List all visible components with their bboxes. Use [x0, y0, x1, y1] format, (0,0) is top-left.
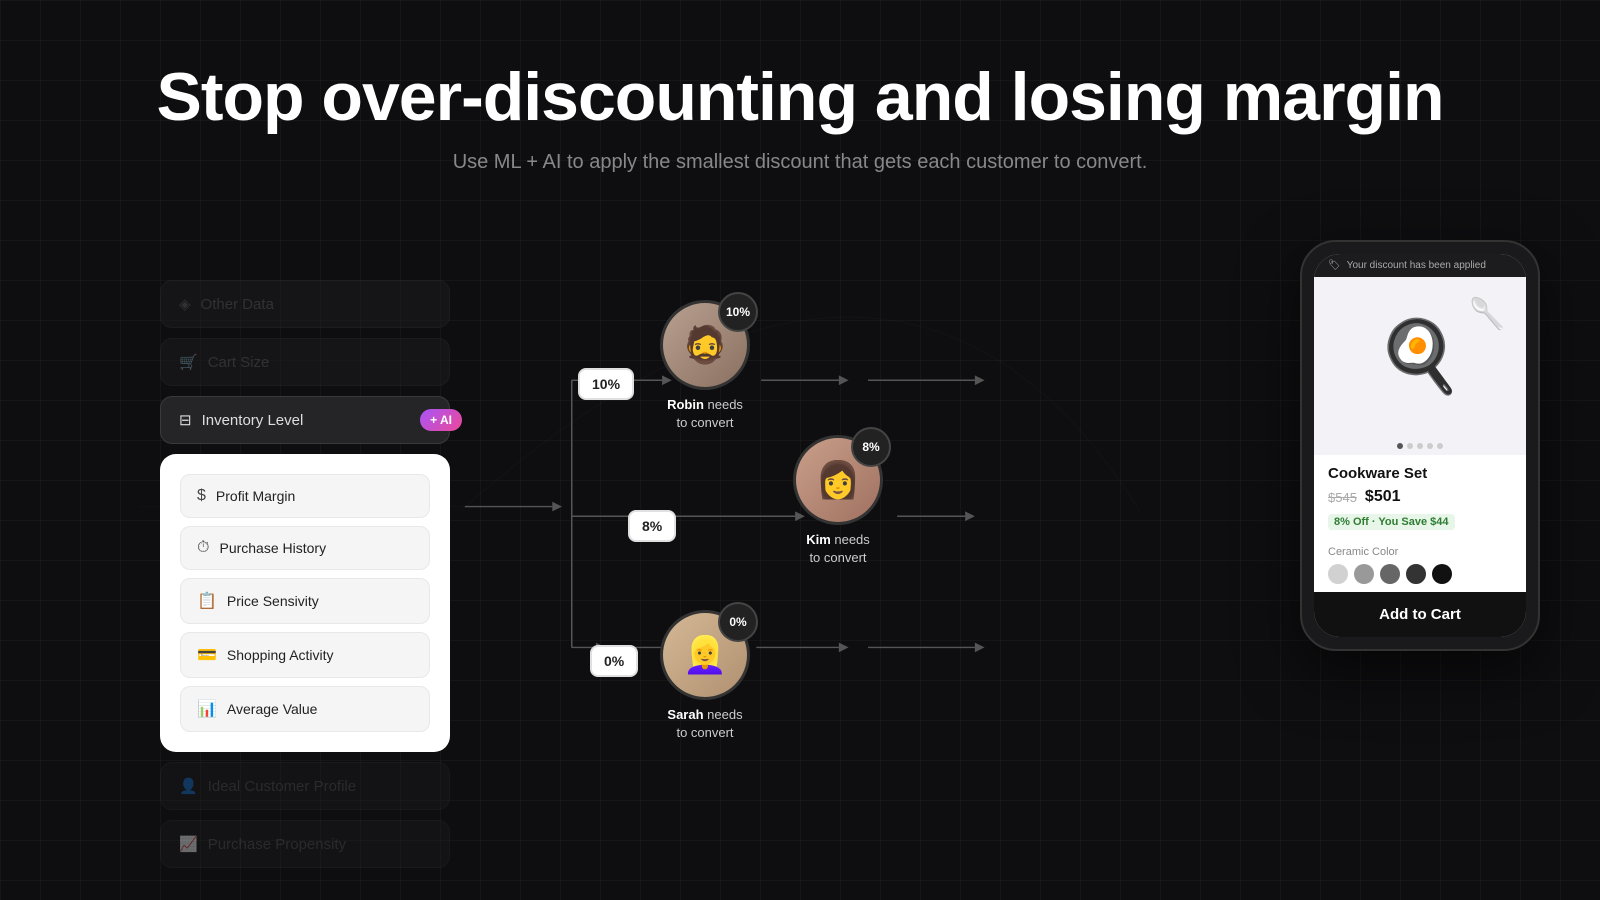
inventory-level-card: ⊟ Inventory Level — [160, 396, 450, 444]
robin-discount-value: 10% — [726, 305, 750, 319]
other-data-icon: ◈ — [179, 295, 191, 313]
color-swatches — [1328, 564, 1512, 584]
shopping-activity-item[interactable]: 💳 Shopping Activity — [180, 632, 430, 678]
discount-8-value: 8% — [642, 518, 662, 534]
price-sensitivity-item[interactable]: 📋 Price Sensivity — [180, 578, 430, 624]
shopping-activity-icon: 💳 — [197, 645, 217, 665]
phone-mockup: 🏷 Your discount has been applied 🍳 🥄 — [1300, 240, 1540, 651]
kim-discount-badge: 8% — [851, 427, 891, 467]
purchase-propensity-icon: 📈 — [179, 835, 198, 853]
left-panel: ◈ Other Data 🛒 Cart Size ⊟ Inventory Lev… — [160, 280, 450, 868]
purchase-history-label: Purchase History — [219, 540, 326, 556]
discount-tag: 8% Off · You Save $44 — [1328, 514, 1455, 530]
product-emoji: 🍳 — [1376, 316, 1463, 398]
inventory-level-label: Inventory Level — [202, 412, 304, 429]
tag-icon: 🏷 — [1328, 260, 1341, 271]
dot-5 — [1437, 443, 1443, 449]
purchase-history-icon: ⏱ — [197, 539, 209, 557]
utensil-overlay: 🥄 — [1469, 297, 1506, 332]
discount-0-value: 0% — [604, 653, 624, 669]
dot-2 — [1407, 443, 1413, 449]
cart-size-icon: 🛒 — [179, 353, 198, 371]
white-panel: $ Profit Margin ⏱ Purchase History 📋 Pri… — [160, 454, 450, 752]
customer-sarah: 👱‍♀️ 0% Sarah needsto convert — [660, 610, 750, 742]
swatch-5[interactable] — [1432, 564, 1452, 584]
page-title: Stop over-discounting and losing margin — [0, 60, 1600, 135]
cart-size-label: Cart Size — [208, 354, 270, 371]
sarah-name: Sarah — [667, 707, 703, 722]
customer-robin: 🧔 10% Robin needsto convert — [660, 300, 750, 432]
price-sensitivity-label: Price Sensivity — [227, 593, 319, 609]
purchase-propensity-card: 📈 Purchase Propensity — [160, 820, 450, 868]
color-section: Ceramic Color — [1314, 540, 1526, 592]
dot-3 — [1417, 443, 1423, 449]
inventory-level-container: ⊟ Inventory Level + AI — [160, 396, 450, 444]
inventory-level-icon: ⊟ — [179, 411, 192, 429]
cart-size-card: 🛒 Cart Size — [160, 338, 450, 386]
discount-applied-text: Your discount has been applied — [1347, 260, 1486, 271]
profit-margin-label: Profit Margin — [216, 488, 295, 504]
swatch-3[interactable] — [1380, 564, 1400, 584]
sarah-discount-value: 0% — [729, 615, 746, 629]
robin-label: Robin needsto convert — [667, 396, 743, 432]
header: Stop over-discounting and losing margin … — [0, 0, 1600, 174]
price-row: $545 $501 8% Off · You Save $44 — [1328, 488, 1512, 530]
sarah-discount-badge: 0% — [718, 602, 758, 642]
ideal-customer-label: Ideal Customer Profile — [208, 778, 356, 795]
color-label: Ceramic Color — [1328, 546, 1512, 558]
other-data-label: Other Data — [201, 296, 274, 313]
swatch-2[interactable] — [1354, 564, 1374, 584]
ai-badge: + AI — [420, 409, 462, 431]
sarah-label: Sarah needsto convert — [667, 706, 742, 742]
discount-10-value: 10% — [592, 376, 620, 392]
kim-name: Kim — [806, 532, 831, 547]
swatch-4[interactable] — [1406, 564, 1426, 584]
customer-kim: 👩 8% Kim needsto convert — [793, 435, 883, 567]
robin-name: Robin — [667, 397, 704, 412]
page-subtitle: Use ML + AI to apply the smallest discou… — [0, 151, 1600, 174]
swatch-1[interactable] — [1328, 564, 1348, 584]
ideal-customer-icon: 👤 — [179, 777, 198, 795]
discount-node-0: 0% — [590, 645, 638, 677]
average-value-icon: 📊 — [197, 699, 217, 719]
profit-margin-icon: $ — [197, 487, 206, 505]
diagram-area: ◈ Other Data 🛒 Cart Size ⊟ Inventory Lev… — [0, 220, 1600, 900]
discount-applied-banner: 🏷 Your discount has been applied — [1314, 254, 1526, 277]
add-to-cart-button[interactable]: Add to Cart — [1314, 592, 1526, 637]
phone-screen: 🏷 Your discount has been applied 🍳 🥄 — [1314, 254, 1526, 637]
price-sensitivity-icon: 📋 — [197, 591, 217, 611]
average-value-label: Average Value — [227, 701, 318, 717]
dot-1 — [1397, 443, 1403, 449]
average-value-item[interactable]: 📊 Average Value — [180, 686, 430, 732]
product-image-area: 🍳 🥄 — [1314, 277, 1526, 437]
discount-node-10: 10% — [578, 368, 634, 400]
purchase-propensity-label: Purchase Propensity — [208, 836, 346, 853]
shopping-activity-label: Shopping Activity — [227, 647, 334, 663]
carousel-dots — [1314, 437, 1526, 455]
price-original: $545 — [1328, 490, 1357, 505]
other-data-card: ◈ Other Data — [160, 280, 450, 328]
kim-discount-value: 8% — [862, 440, 879, 454]
profit-margin-item[interactable]: $ Profit Margin — [180, 474, 430, 518]
kim-label: Kim needsto convert — [806, 531, 870, 567]
robin-discount-badge: 10% — [718, 292, 758, 332]
dot-4 — [1427, 443, 1433, 449]
product-title: Cookware Set — [1328, 465, 1512, 482]
product-info: Cookware Set $545 $501 8% Off · You Save… — [1314, 455, 1526, 540]
page-wrapper: Stop over-discounting and losing margin … — [0, 0, 1600, 900]
ideal-customer-card: 👤 Ideal Customer Profile — [160, 762, 450, 810]
discount-node-8: 8% — [628, 510, 676, 542]
purchase-history-item[interactable]: ⏱ Purchase History — [180, 526, 430, 570]
price-sale: $501 — [1365, 488, 1401, 506]
